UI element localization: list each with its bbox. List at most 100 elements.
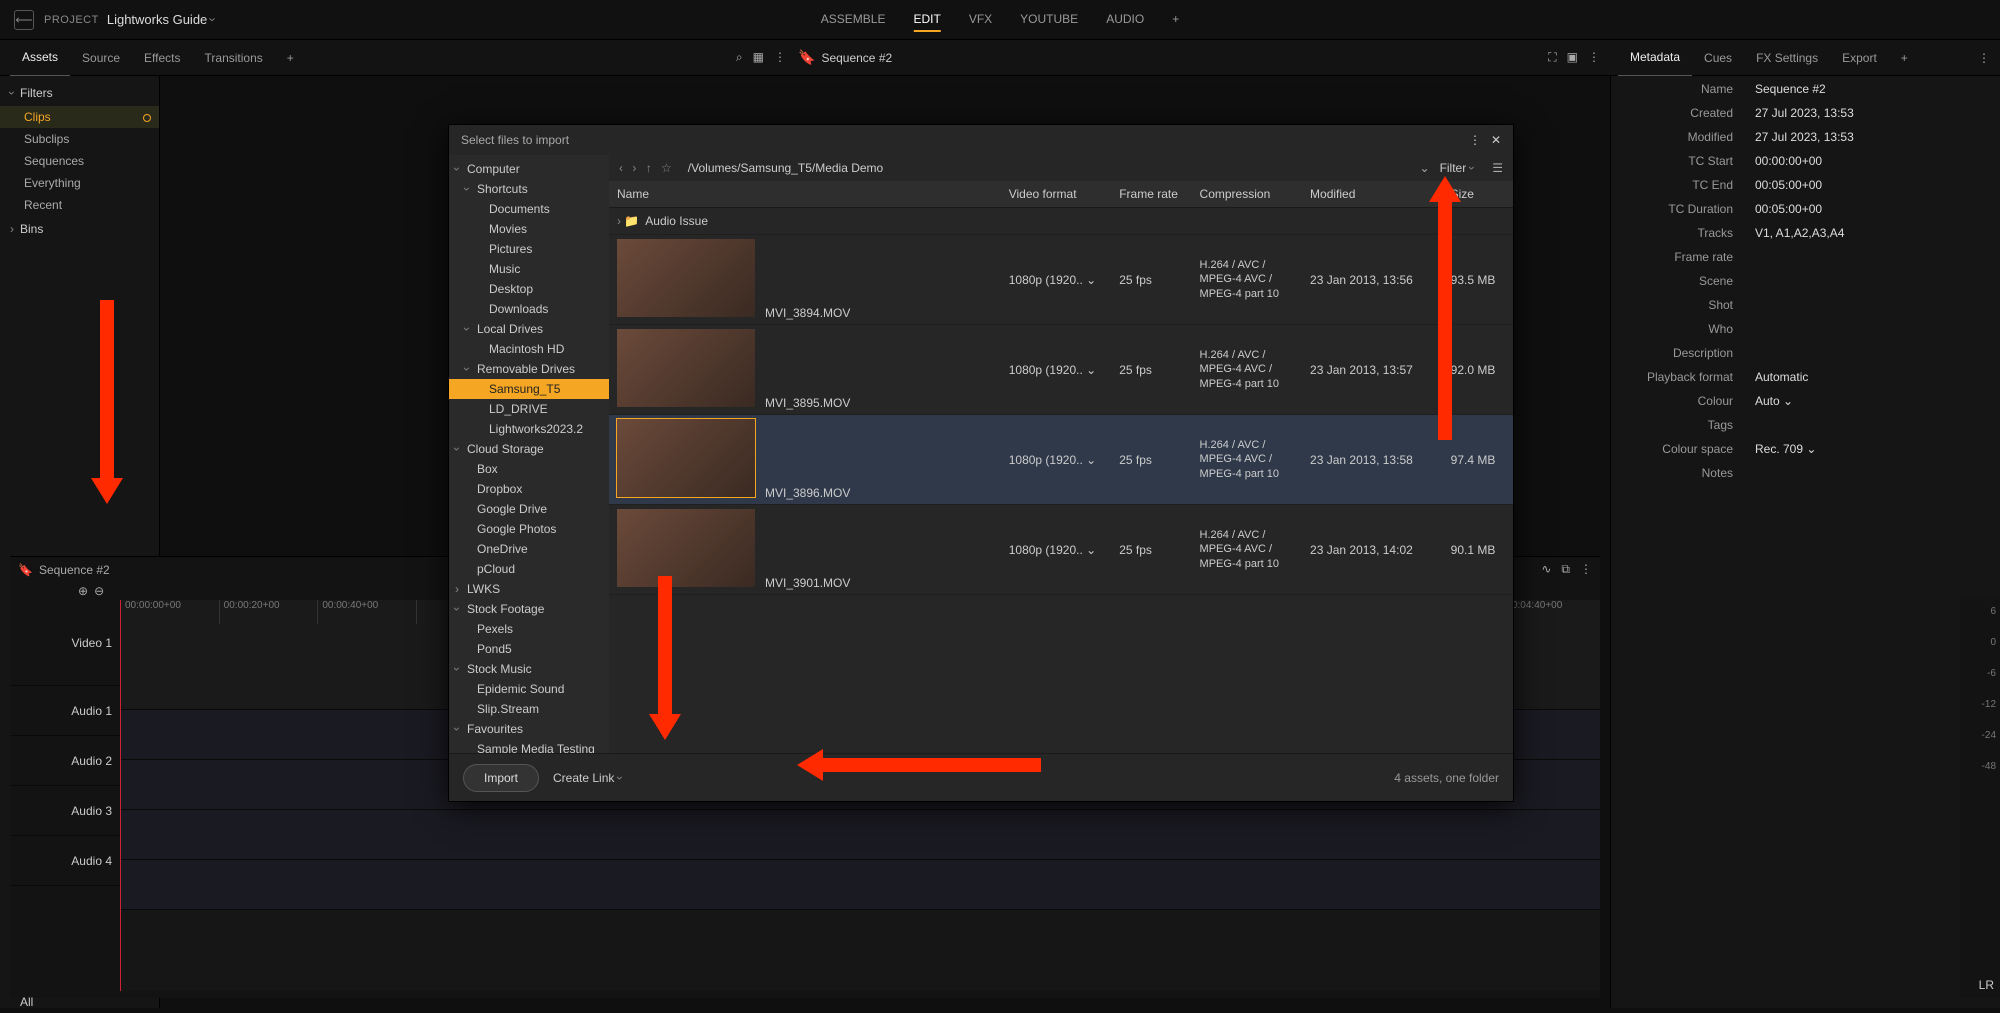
filter-subclips[interactable]: Subclips [0,128,159,150]
video-format[interactable]: 1080p (1920.. ⌄ [1001,415,1111,505]
zoom-out-icon[interactable]: ⊖ [94,584,104,598]
video-format[interactable]: 1080p (1920.. ⌄ [1001,505,1111,595]
assets-tab-transitions[interactable]: Transitions [193,40,275,76]
more-icon[interactable]: ⋮ [1469,133,1481,147]
list-view-icon[interactable]: ☰ [1492,161,1503,175]
close-icon[interactable]: ✕ [1491,133,1501,147]
tree-node[interactable]: Sample Media Testing [449,739,609,753]
create-link-dropdown[interactable]: Create Link [553,771,622,785]
more-icon[interactable]: ⋮ [1978,51,1990,65]
add-tab-button[interactable]: + [1889,40,1920,76]
meta-value[interactable]: 00:00:00+00 [1745,150,1998,172]
column-header[interactable]: Frame rate [1111,181,1191,208]
video-format[interactable]: 1080p (1920.. ⌄ [1001,235,1111,325]
tree-node[interactable]: Removable Drives [449,359,609,379]
meta-value[interactable]: Auto ⌄ [1745,390,1998,412]
file-row[interactable]: MVI_3901.MOV 1080p (1920.. ⌄ 25 fps H.26… [609,505,1513,595]
meta-value[interactable] [1745,342,1998,364]
tree-node[interactable]: Pictures [449,239,609,259]
tree-node[interactable]: Shortcuts [449,179,609,199]
meta-tab-export[interactable]: Export [1830,40,1889,76]
workspace-tab-edit[interactable]: EDIT [913,8,940,32]
tree-node[interactable]: Stock Music [449,659,609,679]
back-button[interactable]: ⟵ [14,10,34,30]
filter-clips[interactable]: Clips [0,106,159,128]
tree-node[interactable]: Samsung_T5 [449,379,609,399]
column-header[interactable]: Compression [1192,181,1302,208]
meta-value[interactable] [1745,294,1998,316]
project-name[interactable]: Lightworks Guide [107,12,216,27]
column-header[interactable]: Size [1443,181,1513,208]
meta-value[interactable]: 00:05:00+00 [1745,198,1998,220]
tree-node[interactable]: Epidemic Sound [449,679,609,699]
column-header[interactable]: Modified [1302,181,1443,208]
tree-node[interactable]: Dropbox [449,479,609,499]
nav-up-icon[interactable]: ↑ [646,161,652,175]
track-label[interactable]: Audio 2 [10,736,120,786]
meta-value[interactable] [1745,270,1998,292]
track-row[interactable] [120,810,1600,860]
add-workspace-button[interactable]: + [1172,8,1179,32]
column-header[interactable]: Video format [1001,181,1111,208]
tree-node[interactable]: Local Drives [449,319,609,339]
tree-node[interactable]: Pexels [449,619,609,639]
workspace-tab-vfx[interactable]: VFX [969,8,992,32]
panel-icon[interactable]: ▣ [1567,50,1578,65]
tree-node[interactable]: Desktop [449,279,609,299]
zoom-in-icon[interactable]: ⊕ [78,584,88,598]
meta-value[interactable] [1745,462,1998,484]
tree-node[interactable]: Google Photos [449,519,609,539]
search-icon[interactable]: ⌕ [736,50,743,65]
meta-tab-fx-settings[interactable]: FX Settings [1744,40,1830,76]
file-row[interactable]: MVI_3896.MOV 1080p (1920.. ⌄ 25 fps H.26… [609,415,1513,505]
tree-node[interactable]: Downloads [449,299,609,319]
file-row[interactable]: MVI_3895.MOV 1080p (1920.. ⌄ 25 fps H.26… [609,325,1513,415]
tree-node[interactable]: LWKS [449,579,609,599]
meta-value[interactable]: 00:05:00+00 [1745,174,1998,196]
file-row[interactable]: MVI_3894.MOV 1080p (1920.. ⌄ 25 fps H.26… [609,235,1513,325]
nav-star-icon[interactable]: ☆ [661,161,672,175]
tree-node[interactable]: OneDrive [449,539,609,559]
meta-value[interactable] [1745,246,1998,268]
tree-node[interactable]: Box [449,459,609,479]
grid-icon[interactable]: ▦ [753,50,764,65]
tree-node[interactable]: LD_DRIVE [449,399,609,419]
tree-node[interactable]: Pond5 [449,639,609,659]
more-icon[interactable]: ⋮ [774,50,786,65]
filter-recent[interactable]: Recent [0,194,159,216]
track-label[interactable]: Audio 1 [10,686,120,736]
tree-node[interactable]: Computer [449,159,609,179]
track-row[interactable] [120,860,1600,910]
path-dropdown-icon[interactable]: ⌄ [1420,161,1430,175]
meta-value[interactable] [1745,414,1998,436]
tree-node[interactable]: Slip.Stream [449,699,609,719]
assets-tab-source[interactable]: Source [70,40,132,76]
tree-node[interactable]: Favourites [449,719,609,739]
more-icon[interactable]: ⋮ [1588,50,1600,65]
meta-value[interactable]: Sequence #2 [1745,78,1998,100]
assets-tab-assets[interactable]: Assets [10,39,70,77]
add-tab-button[interactable]: + [275,40,306,76]
tree-node[interactable]: pCloud [449,559,609,579]
fullscreen-icon[interactable]: ⛶ [1548,50,1556,65]
assets-tab-effects[interactable]: Effects [132,40,192,76]
filter-sequences[interactable]: Sequences [0,150,159,172]
import-button[interactable]: Import [463,764,539,792]
meta-value[interactable] [1745,318,1998,340]
meta-value[interactable]: 27 Jul 2023, 13:53 [1745,126,1998,148]
link-icon[interactable]: ⧉ [1561,562,1570,577]
workspace-tab-youtube[interactable]: YOUTUBE [1020,8,1078,32]
waveform-icon[interactable]: ∿ [1541,562,1551,577]
current-path[interactable]: /Volumes/Samsung_T5/Media Demo [688,161,1410,175]
more-icon[interactable]: ⋮ [1580,562,1592,577]
tree-node[interactable]: Macintosh HD [449,339,609,359]
playhead[interactable] [120,600,121,991]
filter-button[interactable]: Filter [1440,161,1475,175]
bins-header[interactable]: Bins [0,216,159,242]
meta-value[interactable]: Rec. 709 ⌄ [1745,438,1998,460]
workspace-tab-assemble[interactable]: ASSEMBLE [821,8,886,32]
all-tracks-label[interactable]: All [10,991,1600,1013]
tree-node[interactable]: Stock Footage [449,599,609,619]
track-label[interactable]: Audio 4 [10,836,120,886]
tree-node[interactable]: Documents [449,199,609,219]
